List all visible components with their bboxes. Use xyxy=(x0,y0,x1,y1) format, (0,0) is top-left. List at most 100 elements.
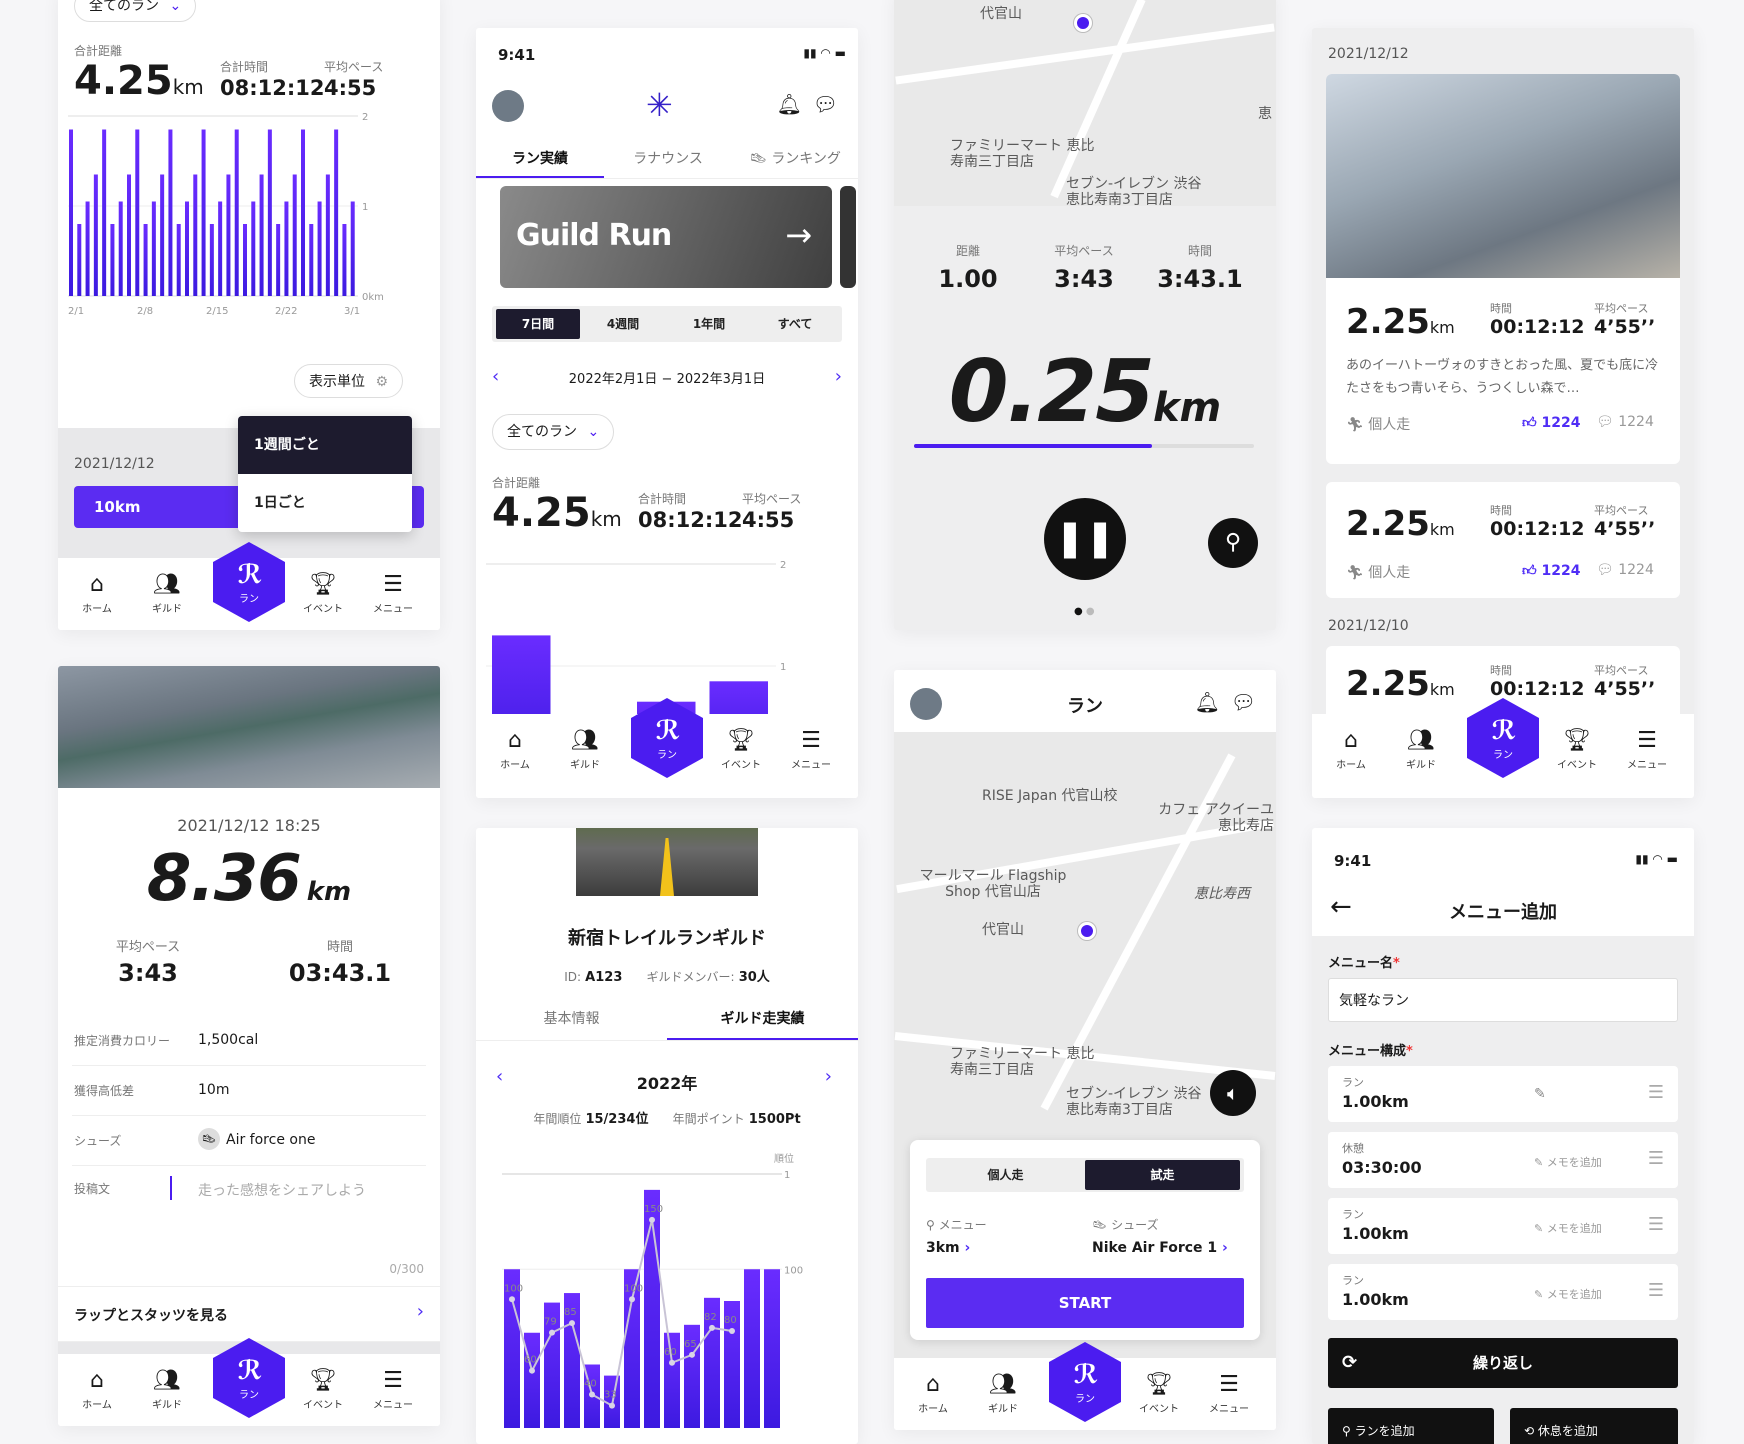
tab-ranounce[interactable]: ラナウンス xyxy=(604,148,732,168)
data-label: 82 xyxy=(704,1312,717,1323)
menu-item-1[interactable]: ラン 1.00km ✎ ☰ xyxy=(1328,1066,1678,1122)
rank-point xyxy=(529,1367,535,1374)
tab-basic-info[interactable]: 基本情報 xyxy=(476,1008,667,1028)
like-button[interactable]: 👍︎ 1224 xyxy=(1522,562,1580,579)
shoe-icon: 👟︎ xyxy=(749,151,767,167)
add-run-button[interactable]: ⚲ ランを追加 xyxy=(1328,1408,1494,1444)
nav-event[interactable]: 🏆︎ イベント xyxy=(1134,1372,1184,1415)
segment-all[interactable]: すべて xyxy=(752,306,838,342)
dropdown-option-daily[interactable]: 1日ごと xyxy=(238,474,412,532)
mode-trial[interactable]: 試走 xyxy=(1085,1160,1240,1190)
nav-guild[interactable]: 👥︎ ギルド xyxy=(142,572,192,615)
menu-value[interactable]: 3km › xyxy=(926,1240,970,1256)
add-memo-button[interactable]: ✎ メモを追加 xyxy=(1534,1154,1602,1170)
avatar[interactable] xyxy=(492,90,524,122)
nav-home[interactable]: ⌂ ホーム xyxy=(1326,728,1376,771)
display-unit-button[interactable]: 表示単位 ⚙ xyxy=(294,364,404,398)
rank-point xyxy=(669,1359,675,1366)
bell-icon[interactable]: 🔔︎ xyxy=(1195,690,1220,714)
chart-bar xyxy=(309,224,314,296)
run-filter-dropdown-2[interactable]: 全てのラン ⌄ xyxy=(492,414,615,450)
panel-run-feed: 2021/12/12 2.25km 時間 00:12:12 平均ペース 4’55… xyxy=(1312,28,1694,798)
nav-event[interactable]: 🏆︎ イベント xyxy=(298,1368,348,1411)
drag-handle-icon[interactable]: ☰ xyxy=(1648,1082,1664,1103)
nav-menu[interactable]: ☰ メニュー xyxy=(1622,728,1672,771)
tab-run-record[interactable]: ラン実績 xyxy=(476,148,604,179)
pause-button[interactable]: ❚❚ xyxy=(1044,498,1126,580)
nav-guild[interactable]: 👥︎ ギルド xyxy=(560,728,610,771)
add-memo-button[interactable]: ✎ メモを追加 xyxy=(1534,1220,1602,1236)
nav-home[interactable]: ⌂ ホーム xyxy=(72,572,122,615)
guild-run-banner[interactable]: Guild Run → xyxy=(500,186,832,288)
mode-solo[interactable]: 個人走 xyxy=(926,1158,1085,1192)
comment-button[interactable]: 💬︎ 1224 xyxy=(1596,414,1654,430)
map-view[interactable]: 代官山 ファミリーマート 恵比寿南三丁目店 セブン-イレブン 渋谷 恵比寿南3丁… xyxy=(894,0,1276,208)
laps-link[interactable]: ラップとスタッツを見る › xyxy=(58,1286,440,1342)
nav-guild[interactable]: 👥︎ ギルド xyxy=(978,1372,1028,1415)
chart-bar xyxy=(350,201,355,296)
post-input[interactable]: 走った感想をシェアしよう xyxy=(170,1176,420,1256)
nav-menu[interactable]: ☰ メニュー xyxy=(368,572,418,615)
nav-guild[interactable]: 👥︎ ギルド xyxy=(142,1368,192,1411)
panel-run-start: ラン 🔔︎ 💬︎ RISE Japan 代官山校 カフェ アクイーユ 恵比寿店 … xyxy=(894,670,1276,1430)
start-button[interactable]: START xyxy=(926,1278,1244,1328)
chart-bar xyxy=(85,201,90,296)
nav-menu[interactable]: ☰ メニュー xyxy=(786,728,836,771)
drag-handle-icon[interactable]: ☰ xyxy=(1648,1148,1664,1169)
nav-event[interactable]: 🏆︎ イベント xyxy=(1552,728,1602,771)
repeat-button[interactable]: ⟳ 繰り返し xyxy=(1328,1338,1678,1388)
nav-menu[interactable]: ☰ メニュー xyxy=(1204,1372,1254,1415)
menu-item-4[interactable]: ラン 1.00km ✎ メモを追加 ☰ xyxy=(1328,1264,1678,1320)
nav-menu[interactable]: ☰ メニュー xyxy=(368,1368,418,1411)
dropdown-option-weekly[interactable]: 1週間ごと xyxy=(238,416,412,474)
menu-item-2[interactable]: 休憩 03:30:00 ✎ メモを追加 ☰ xyxy=(1328,1132,1678,1188)
chart-bar xyxy=(243,224,247,296)
add-rest-button[interactable]: ⟲ 休息を追加 xyxy=(1510,1408,1678,1444)
start-sheet: 個人走 試走 ⚲ メニュー 3km › 👟︎ シューズ Nike Air For… xyxy=(910,1140,1260,1340)
chart-bar xyxy=(764,1269,780,1428)
comment-button[interactable]: 💬︎ 1224 xyxy=(1596,562,1654,578)
detail-row-shoes[interactable]: シューズ 👟︎ Air force one xyxy=(72,1118,426,1166)
tab-ranking[interactable]: 👟︎ ランキング xyxy=(732,148,858,168)
edit-icon[interactable]: ✎ xyxy=(1534,1086,1546,1102)
menu-item-3[interactable]: ラン 1.00km ✎ メモを追加 ☰ xyxy=(1328,1198,1678,1254)
group-icon: 👥︎ xyxy=(571,728,599,753)
nav-guild[interactable]: 👥︎ ギルド xyxy=(1396,728,1446,771)
run-filter-dropdown[interactable]: 全てのラン ⌄ xyxy=(74,0,197,22)
menu-name-input[interactable]: 気軽なラン xyxy=(1328,978,1678,1022)
chevron-right-icon[interactable]: › xyxy=(835,366,842,387)
feed-card-1[interactable]: 2.25km 時間 00:12:12 平均ペース 4’55’’ あのイーハトーヴ… xyxy=(1326,74,1680,464)
nav-home[interactable]: ⌂ ホーム xyxy=(908,1372,958,1415)
chevron-right-icon[interactable]: › xyxy=(825,1066,832,1087)
nav-event[interactable]: 🏆︎ イベント xyxy=(298,572,348,615)
chat-icon[interactable]: 💬︎ xyxy=(1231,690,1256,714)
chat-icon[interactable]: 💬︎ xyxy=(813,92,838,116)
segment-1year[interactable]: 1年間 xyxy=(666,306,752,342)
nav-home[interactable]: ⌂ ホーム xyxy=(72,1368,122,1411)
chart-bar xyxy=(118,201,123,296)
drag-handle-icon[interactable]: ☰ xyxy=(1648,1280,1664,1301)
rank-point xyxy=(569,1320,575,1327)
like-button[interactable]: 👍︎ 1224 xyxy=(1522,414,1580,431)
feed-card-2[interactable]: 2.25km 時間 00:12:12 平均ペース 4’55’’ 🏃︎ 個人走 👍… xyxy=(1326,482,1680,598)
total-distance-value: 4.25km xyxy=(492,490,622,536)
y-tick-label: 100 xyxy=(784,1265,803,1276)
run-filter-label: 全てのラン xyxy=(89,0,159,14)
panel-guild: 新宿トレイルランギルド ID: A123 ギルドメンバー: 30人 基本情報 ギ… xyxy=(476,828,858,1444)
nav-event[interactable]: 🏆︎ イベント xyxy=(716,728,766,771)
map-pin-button[interactable]: ⚲ xyxy=(1208,518,1258,568)
segment-4weeks[interactable]: 4週間 xyxy=(580,306,666,342)
hamburger-icon: ☰ xyxy=(383,1368,403,1393)
tab-guild-record[interactable]: ギルド走実績 xyxy=(667,1008,858,1041)
nav-home[interactable]: ⌂ ホーム xyxy=(490,728,540,771)
page-dots: ● ● xyxy=(1074,606,1095,617)
bell-icon[interactable]: 🔔︎ xyxy=(777,92,802,116)
drag-handle-icon[interactable]: ☰ xyxy=(1648,1214,1664,1235)
segment-7days[interactable]: 7日間 xyxy=(496,309,580,339)
shoes-value[interactable]: Nike Air Force 1 › xyxy=(1092,1240,1228,1256)
x-tick-label: 2/8 xyxy=(137,306,153,317)
sound-button[interactable]: 🔈︎ xyxy=(1210,1070,1256,1116)
trophy-icon: 🏆︎ xyxy=(727,728,755,753)
add-memo-button[interactable]: ✎ メモを追加 xyxy=(1534,1286,1602,1302)
thumbs-up-icon: 👍︎ xyxy=(1522,563,1537,579)
